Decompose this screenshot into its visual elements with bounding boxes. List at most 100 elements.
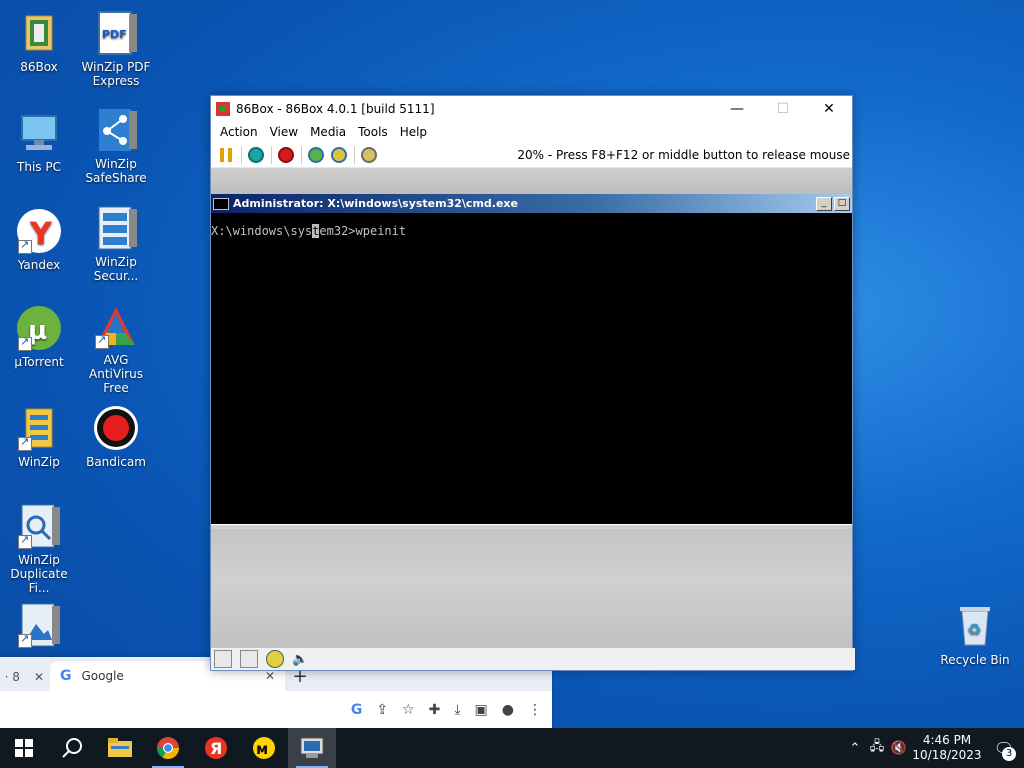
shortcut-arrow-icon: [18, 533, 32, 549]
side-panel-icon[interactable]: ▣: [475, 702, 488, 718]
menu-action[interactable]: Action: [214, 125, 264, 139]
start-button[interactable]: [0, 728, 48, 768]
taskbar-yandex[interactable]: Я: [192, 728, 240, 768]
cmd-minimize-button[interactable]: _: [816, 196, 832, 211]
desktop-icon-label: WinZip PDF Express: [81, 60, 151, 88]
clock[interactable]: 4:46 PM 10/18/2023: [910, 733, 984, 763]
google-icon: G: [60, 668, 72, 684]
desktop-icon-winzip-pdf-express[interactable]: PDF WinZip PDF Express: [77, 10, 155, 88]
menu-media[interactable]: Media: [304, 125, 352, 139]
volume-muted-icon[interactable]: 🔇: [888, 741, 910, 756]
power-button[interactable]: [276, 145, 296, 165]
toolbar: 20% - Press F8+F12 or middle button to r…: [211, 143, 852, 168]
desktop-icon-86box[interactable]: 86Box: [0, 10, 78, 74]
gear-icon: [361, 147, 377, 163]
menu-bar: Action View Media Tools Help: [211, 121, 852, 143]
svg-text:♻: ♻: [967, 620, 981, 639]
close-button[interactable]: ✕: [806, 96, 852, 121]
computer-icon: [16, 110, 62, 156]
share-icon: [93, 107, 139, 153]
status-message: 20% - Press F8+F12 or middle button to r…: [517, 148, 850, 162]
toolbar-separator: [271, 146, 272, 164]
emulated-screen[interactable]: Administrator: X:\windows\system32\cmd.e…: [211, 168, 852, 648]
close-icon[interactable]: ✕: [265, 669, 275, 683]
cmd-titlebar[interactable]: Administrator: X:\windows\system32\cmd.e…: [211, 194, 852, 213]
more-menu-icon[interactable]: ⋮: [528, 702, 542, 718]
image-file-icon: [16, 602, 62, 648]
desktop-icon-utorrent[interactable]: µ µTorrent: [0, 305, 78, 369]
desktop-icon-label: 86Box: [20, 60, 58, 74]
taskbar-86box[interactable]: [288, 728, 336, 768]
hard-disk-icon[interactable]: [266, 650, 284, 668]
chrome-tab-label: Google: [81, 669, 124, 683]
recycle-bin-icon: ♻: [952, 603, 998, 649]
desktop-icon-recycle-bin[interactable]: ♻ Recycle Bin: [936, 603, 1014, 667]
ctrl-alt-del-button[interactable]: [306, 145, 326, 165]
86box-window[interactable]: 86Box - 86Box 4.0.1 [build 5111] — ☐ ✕ A…: [210, 95, 855, 671]
share-icon[interactable]: ⇪: [376, 702, 388, 718]
desktop-icon-winzip[interactable]: WinZip: [0, 405, 78, 469]
notification-count-badge: 3: [1002, 747, 1016, 761]
reset-icon: [248, 147, 264, 163]
taskbar-chrome[interactable]: [144, 728, 192, 768]
network-icon[interactable]: 🖧: [866, 737, 888, 759]
sound-icon[interactable]: 🔈: [292, 652, 308, 667]
ctrl-alt-esc-button[interactable]: [329, 145, 349, 165]
download-icon[interactable]: ⤓: [454, 702, 460, 718]
close-icon[interactable]: ✕: [34, 670, 44, 684]
desktop-icon-bandicam[interactable]: Bandicam: [77, 405, 155, 469]
chrome-tab-previous[interactable]: · 8 ✕: [0, 663, 50, 691]
floppy-drive-icon[interactable]: [214, 650, 232, 668]
chrome-tab-previous-label: · 8: [4, 670, 20, 684]
desktop-icon-label: Recycle Bin: [940, 653, 1010, 667]
ctrl-alt-esc-icon: [331, 147, 347, 163]
desktop-icon-label: This PC: [17, 160, 61, 174]
86box-icon: [300, 737, 324, 758]
folder-icon: [108, 738, 132, 757]
shortcut-arrow-icon: [18, 335, 32, 351]
toolbar-separator: [354, 146, 355, 164]
cmd-command-text: em32>wpeinit: [319, 224, 407, 238]
chrome-icon: [157, 737, 179, 759]
windows-logo-icon: [15, 739, 33, 757]
menu-view[interactable]: View: [264, 125, 304, 139]
desktop-icon-label: Yandex: [17, 258, 61, 272]
profile-avatar-icon[interactable]: ●: [502, 702, 514, 718]
search-button[interactable]: [48, 728, 96, 768]
pause-button[interactable]: [216, 145, 236, 165]
desktop-icon-this-pc[interactable]: This PC: [0, 110, 78, 174]
window-titlebar[interactable]: 86Box - 86Box 4.0.1 [build 5111] — ☐ ✕: [211, 96, 852, 121]
desktop-icon-yandex[interactable]: Y Yandex: [0, 208, 78, 272]
cmd-console[interactable]: X:\windows\system32>wpeinit: [211, 213, 852, 524]
cdrom-drive-icon[interactable]: [240, 650, 258, 668]
reset-button[interactable]: [246, 145, 266, 165]
menu-help[interactable]: Help: [394, 125, 433, 139]
server-icon: [93, 205, 139, 251]
desktop-icon-avg-antivirus[interactable]: AVG AntiVirus Free: [77, 303, 155, 395]
google-lens-icon[interactable]: G: [351, 702, 363, 718]
search-file-icon: [16, 503, 62, 549]
pdf-icon-text: PDF: [102, 28, 127, 41]
desktop-icon-winzip-duplicate[interactable]: WinZip Duplicate Fi...: [0, 503, 78, 595]
desktop-icon-label: WinZip: [18, 455, 60, 469]
taskbar-file-explorer[interactable]: [96, 728, 144, 768]
desktop-icon-winzip-image[interactable]: [0, 602, 78, 652]
utorrent-icon: µ: [16, 305, 62, 351]
taskbar-yandex-market[interactable]: м: [240, 728, 288, 768]
taskbar: Я м ⌃ 🖧 🔇 4:46 PM 10/18/2023 🗨 3: [0, 728, 1024, 768]
toolbar-separator: [301, 146, 302, 164]
86box-app-icon: [216, 101, 230, 116]
desktop-icon-winzip-safeshare[interactable]: WinZip SafeShare: [77, 107, 155, 185]
chevron-up-icon[interactable]: ⌃: [844, 741, 866, 756]
ctrl-alt-del-icon: [308, 147, 324, 163]
desktop-icon-winzip-secure[interactable]: WinZip Secur...: [77, 205, 155, 283]
settings-button[interactable]: [359, 145, 379, 165]
menu-tools[interactable]: Tools: [352, 125, 394, 139]
cmd-maximize-button[interactable]: □: [834, 196, 850, 211]
minimize-button[interactable]: —: [714, 96, 760, 121]
bookmark-star-icon[interactable]: ☆: [402, 702, 415, 718]
yandex-browser-icon: Я: [205, 737, 227, 759]
extensions-icon[interactable]: ✚: [429, 702, 441, 718]
desktop-icon-label: µTorrent: [14, 355, 64, 369]
notification-center-button[interactable]: 🗨 3: [984, 728, 1024, 768]
